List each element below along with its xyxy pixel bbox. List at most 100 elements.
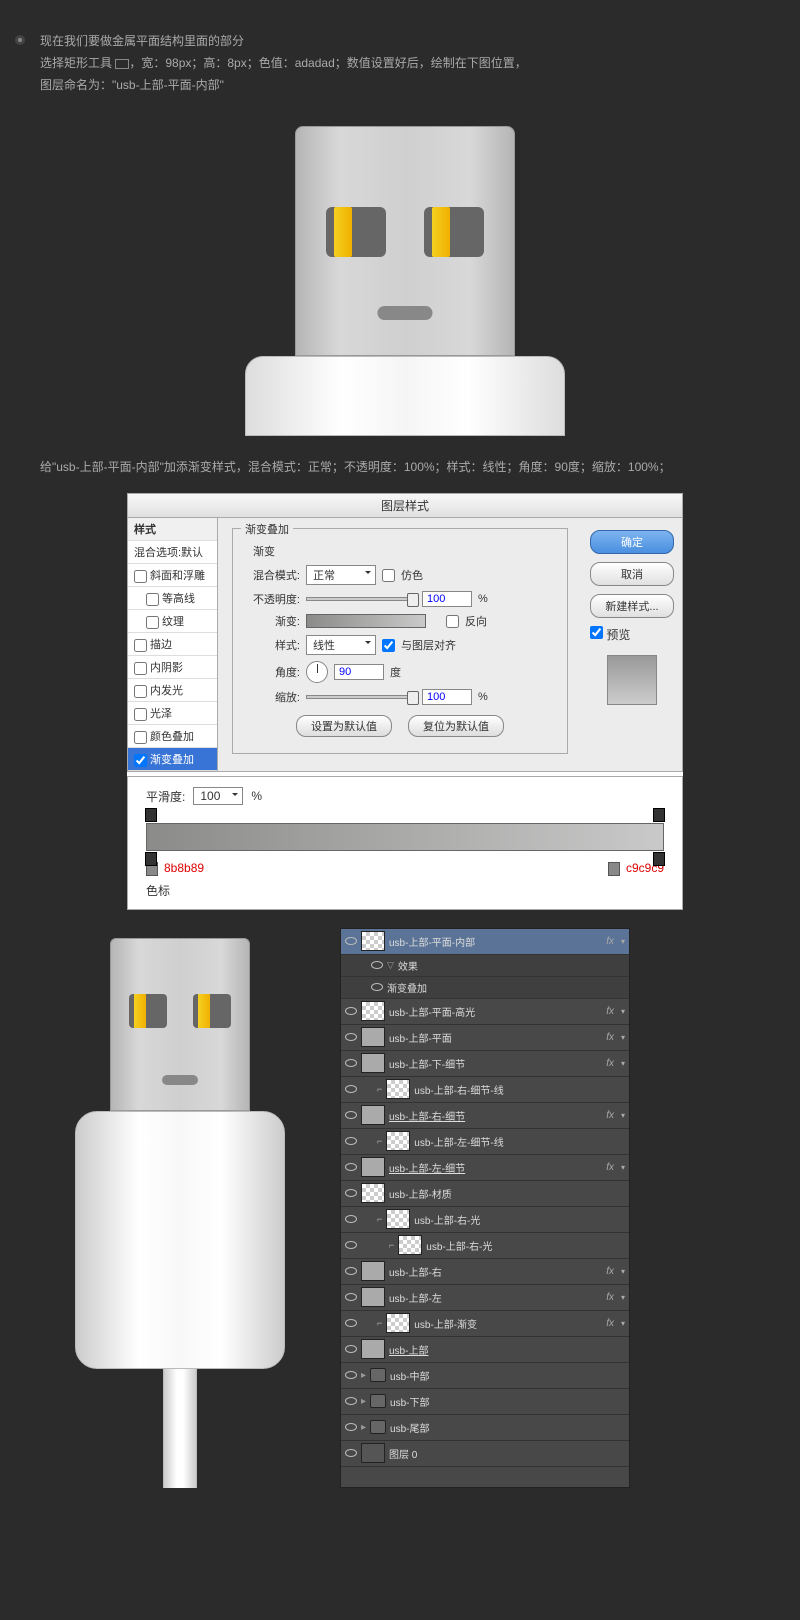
ok-button[interactable]: 确定 — [590, 530, 674, 554]
visibility-icon[interactable] — [345, 1135, 357, 1147]
layer-row[interactable]: usb-上部-材质 — [341, 1181, 629, 1207]
inner-shadow-check[interactable] — [134, 662, 147, 675]
visibility-icon[interactable] — [345, 1213, 357, 1225]
layer-thumb — [361, 1339, 385, 1359]
fx-badge[interactable]: fx — [603, 1162, 617, 1173]
layer-row[interactable]: usb-上部-左fx▾ — [341, 1285, 629, 1311]
stroke-check[interactable] — [134, 639, 147, 652]
style-color-overlay[interactable]: 颜色叠加 — [128, 725, 217, 748]
fx-badge[interactable]: fx — [603, 1292, 617, 1303]
scale-input[interactable]: 100 — [422, 689, 472, 705]
layer-row[interactable]: ⌐usb-上部-左-细节-线 — [341, 1129, 629, 1155]
inner-glow-check[interactable] — [134, 685, 147, 698]
preview-swatch — [607, 655, 657, 705]
opacity-input[interactable]: 100 — [422, 591, 472, 607]
gradient-overlay-check[interactable] — [134, 754, 147, 767]
visibility-icon[interactable] — [345, 1031, 357, 1043]
layer-row[interactable]: ⌐usb-上部-右-光 — [341, 1233, 629, 1259]
preview-check[interactable] — [590, 626, 603, 639]
fx-badge[interactable]: fx — [603, 1006, 617, 1017]
styles-header[interactable]: 样式 — [128, 518, 217, 541]
visibility-icon[interactable] — [345, 1447, 357, 1459]
visibility-icon[interactable] — [345, 1369, 357, 1381]
fx-badge[interactable]: fx — [603, 1266, 617, 1277]
contour-check[interactable] — [146, 593, 159, 606]
fx-badge[interactable]: fx — [603, 1110, 617, 1121]
layer-row[interactable]: usb-上部-右fx▾ — [341, 1259, 629, 1285]
color-overlay-check[interactable] — [134, 731, 147, 744]
visibility-icon[interactable] — [345, 1057, 357, 1069]
visibility-icon[interactable] — [345, 1265, 357, 1277]
color-stop-left[interactable] — [145, 852, 157, 866]
visibility-icon[interactable] — [371, 959, 383, 971]
visibility-icon[interactable] — [345, 1109, 357, 1121]
layer-row[interactable]: ▽效果 — [341, 955, 629, 977]
smooth-input[interactable]: 100 — [193, 787, 243, 805]
satin-check[interactable] — [134, 708, 147, 721]
visibility-icon[interactable] — [345, 1187, 357, 1199]
set-default-button[interactable]: 设置为默认值 — [296, 715, 392, 737]
layer-row[interactable]: usb-上部-下-细节fx▾ — [341, 1051, 629, 1077]
gradient-bar[interactable] — [146, 823, 664, 851]
visibility-icon[interactable] — [345, 1161, 357, 1173]
layer-row[interactable]: 图层 0 — [341, 1441, 629, 1467]
fx-badge[interactable]: fx — [603, 1058, 617, 1069]
opacity-label: 不透明度: — [245, 591, 300, 607]
layer-row[interactable]: ▸usb-下部 — [341, 1389, 629, 1415]
blend-options[interactable]: 混合选项:默认 — [128, 541, 217, 564]
fx-badge[interactable]: fx — [603, 1318, 617, 1329]
style-contour[interactable]: 等高线 — [128, 587, 217, 610]
angle-input[interactable]: 90 — [334, 664, 384, 680]
layer-row[interactable]: ⌐usb-上部-右-光 — [341, 1207, 629, 1233]
style-bevel[interactable]: 斜面和浮雕 — [128, 564, 217, 587]
layer-style-panel: 图层样式 样式 混合选项:默认 斜面和浮雕 等高线 纹理 描边 内阴影 内发光 … — [127, 493, 683, 910]
layer-row[interactable]: 渐变叠加 — [341, 977, 629, 999]
visibility-icon[interactable] — [345, 1421, 357, 1433]
new-style-button[interactable]: 新建样式... — [590, 594, 674, 618]
style-select[interactable]: 线性 — [306, 635, 376, 655]
color-stop-right[interactable] — [653, 852, 665, 866]
cancel-button[interactable]: 取消 — [590, 562, 674, 586]
gradient-preview[interactable] — [306, 614, 426, 628]
layer-row[interactable]: usb-上部-平面-内部fx▾ — [341, 929, 629, 955]
dither-check[interactable] — [382, 569, 395, 582]
layer-row[interactable]: ▸usb-尾部 — [341, 1415, 629, 1441]
layer-row[interactable]: usb-上部-平面fx▾ — [341, 1025, 629, 1051]
visibility-icon[interactable] — [345, 1343, 357, 1355]
layer-row[interactable]: usb-上部 — [341, 1337, 629, 1363]
visibility-icon[interactable] — [345, 1317, 357, 1329]
layer-row[interactable]: ⌐usb-上部-右-细节-线 — [341, 1077, 629, 1103]
visibility-icon[interactable] — [345, 1395, 357, 1407]
gradient-editor: 平滑度: 100 % 8b8b89 c9c9c9 色标 — [127, 776, 683, 910]
layer-row[interactable]: usb-上部-右-细节fx▾ — [341, 1103, 629, 1129]
style-inner-glow[interactable]: 内发光 — [128, 679, 217, 702]
visibility-icon[interactable] — [345, 1239, 357, 1251]
layer-row[interactable]: ⌐usb-上部-渐变fx▾ — [341, 1311, 629, 1337]
blend-mode-select[interactable]: 正常 — [306, 565, 376, 585]
opacity-stop-right[interactable] — [653, 808, 665, 822]
reset-default-button[interactable]: 复位为默认值 — [408, 715, 504, 737]
bevel-check[interactable] — [134, 570, 147, 583]
style-stroke[interactable]: 描边 — [128, 633, 217, 656]
layer-row[interactable]: usb-上部-左-细节fx▾ — [341, 1155, 629, 1181]
style-texture[interactable]: 纹理 — [128, 610, 217, 633]
visibility-icon[interactable] — [345, 1083, 357, 1095]
opacity-slider[interactable] — [306, 597, 416, 601]
fx-badge[interactable]: fx — [603, 936, 617, 947]
style-gradient-overlay[interactable]: 渐变叠加 — [128, 748, 217, 771]
layer-row[interactable]: usb-上部-平面-高光fx▾ — [341, 999, 629, 1025]
texture-check[interactable] — [146, 616, 159, 629]
visibility-icon[interactable] — [345, 1291, 357, 1303]
layer-row[interactable]: ▸usb-中部 — [341, 1363, 629, 1389]
visibility-icon[interactable] — [371, 981, 383, 993]
style-inner-shadow[interactable]: 内阴影 — [128, 656, 217, 679]
reverse-check[interactable] — [446, 615, 459, 628]
scale-slider[interactable] — [306, 695, 416, 699]
fx-badge[interactable]: fx — [603, 1032, 617, 1043]
visibility-icon[interactable] — [345, 935, 357, 947]
angle-dial[interactable] — [306, 661, 328, 683]
align-check[interactable] — [382, 639, 395, 652]
opacity-stop-left[interactable] — [145, 808, 157, 822]
visibility-icon[interactable] — [345, 1005, 357, 1017]
style-satin[interactable]: 光泽 — [128, 702, 217, 725]
